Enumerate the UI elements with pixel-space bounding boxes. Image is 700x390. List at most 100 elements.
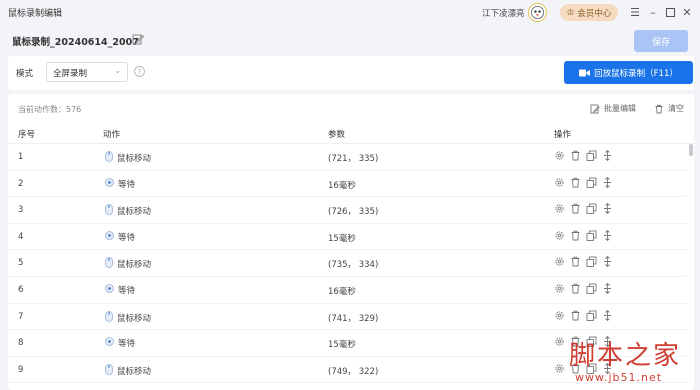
row-index: 9	[18, 364, 24, 375]
table-row[interactable]: 7 鼠标移动 (741， 329)	[8, 304, 686, 331]
delete-icon[interactable]	[570, 283, 581, 294]
table-row[interactable]: 5 鼠标移动 (735， 334)	[8, 250, 686, 277]
table-row[interactable]: 4 等待 15毫秒	[8, 224, 686, 251]
delete-icon[interactable]	[570, 230, 581, 241]
drag-handle-icon[interactable]	[602, 309, 613, 321]
settings-icon[interactable]	[554, 230, 565, 241]
avatar[interactable]	[528, 3, 547, 22]
row-action-label: 鼠标移动	[117, 260, 152, 271]
delete-icon[interactable]	[570, 310, 581, 321]
settings-icon[interactable]	[554, 310, 565, 321]
row-operations	[554, 150, 613, 161]
header-params: 参数	[328, 130, 346, 140]
header-action: 动作	[103, 130, 121, 140]
table-row[interactable]: 3 鼠标移动 (726， 335)	[8, 197, 686, 224]
help-icon[interactable]: ?	[134, 66, 145, 77]
row-action-label: 等待	[118, 179, 136, 190]
copy-icon[interactable]	[586, 230, 597, 241]
drag-handle-icon[interactable]	[602, 203, 613, 215]
row-index: 6	[18, 284, 24, 295]
copy-icon[interactable]	[586, 310, 597, 321]
mouse-icon	[105, 310, 113, 325]
row-params: (749， 322)	[328, 366, 379, 377]
batch-edit-button[interactable]: 批量编辑	[590, 103, 636, 114]
vip-center-button[interactable]: ♔ 会员中心	[560, 4, 618, 21]
delete-icon[interactable]	[570, 256, 581, 267]
record-name: 鼠标录制_20240614_2007	[12, 37, 139, 48]
row-action: 鼠标移动	[105, 310, 152, 325]
drag-handle-icon[interactable]	[602, 282, 613, 294]
settings-icon[interactable]	[554, 283, 565, 294]
chevron-down-icon: ⌄	[114, 66, 121, 75]
row-operations	[554, 229, 613, 241]
edit-name-icon[interactable]	[132, 33, 144, 45]
minimize-icon[interactable]: –	[646, 5, 660, 19]
settings-icon[interactable]	[554, 256, 565, 267]
settings-icon[interactable]	[554, 363, 565, 374]
window-title: 鼠标录制编辑	[8, 9, 63, 19]
table-header: 序号 动作 参数 操作	[8, 124, 694, 144]
row-action: 等待	[105, 284, 135, 296]
replay-mouse-record-button[interactable]: 回放鼠标录制（F11）	[564, 61, 693, 84]
copy-icon[interactable]	[586, 256, 597, 268]
mode-select-value: 全屏录制	[53, 69, 88, 79]
mouse-icon	[105, 257, 113, 271]
copy-icon[interactable]	[586, 150, 597, 161]
header-ops: 操作	[554, 130, 572, 140]
clock-icon	[105, 284, 114, 296]
batch-edit-icon	[590, 104, 600, 113]
row-action: 等待	[105, 230, 135, 243]
mouse-icon	[105, 151, 113, 165]
clear-button[interactable]: 清空	[654, 103, 684, 114]
copy-icon[interactable]	[586, 203, 597, 215]
settings-icon[interactable]	[554, 203, 565, 214]
row-action-label: 等待	[118, 285, 136, 296]
settings-icon[interactable]	[554, 150, 565, 161]
clock-icon	[105, 230, 114, 243]
copy-icon[interactable]	[586, 283, 597, 294]
batch-edit-label: 批量编辑	[604, 104, 636, 113]
watermark: 脚本之家 www.jb51.net	[565, 335, 695, 390]
clock-icon	[105, 337, 114, 349]
settings-icon[interactable]	[554, 336, 565, 347]
row-params: (735， 334)	[328, 260, 379, 271]
header-index: 序号	[18, 130, 36, 140]
table-row[interactable]: 2 等待 16毫秒	[8, 171, 686, 198]
row-params: 16毫秒	[328, 180, 356, 191]
maximize-icon[interactable]	[663, 5, 677, 19]
settings-icon[interactable]	[554, 177, 565, 188]
table-row[interactable]: 6 等待 16毫秒	[8, 277, 686, 304]
row-params: 15毫秒	[328, 340, 356, 351]
row-action-label: 鼠标移动	[117, 207, 152, 218]
row-operations	[554, 203, 613, 215]
menu-icon[interactable]: ☰	[628, 5, 642, 19]
scrollbar-thumb[interactable]	[689, 144, 693, 156]
close-icon[interactable]: ✕	[680, 5, 694, 19]
row-action-label: 鼠标移动	[117, 313, 152, 324]
mode-select[interactable]: 全屏录制 ⌄	[46, 62, 128, 82]
drag-handle-icon[interactable]	[602, 150, 613, 161]
table-row[interactable]: 1 鼠标移动 (721， 335)	[8, 144, 686, 171]
vip-center-label: 会员中心	[577, 8, 612, 19]
mode-panel: 模式 全屏录制 ⌄ ? 回放鼠标录制（F11）	[8, 56, 694, 90]
avatar-face-icon	[531, 6, 544, 19]
user-name[interactable]: 江下凌漂亮	[482, 7, 525, 19]
watermark-title: 脚本之家	[569, 341, 682, 371]
drag-handle-icon[interactable]	[602, 176, 613, 188]
drag-handle-icon[interactable]	[602, 256, 613, 268]
row-action-label: 等待	[118, 339, 136, 350]
clock-icon	[105, 177, 114, 190]
save-button[interactable]: 保存	[634, 30, 688, 52]
delete-icon[interactable]	[570, 177, 581, 188]
row-params: (726， 335)	[328, 207, 379, 218]
drag-handle-icon[interactable]	[602, 229, 613, 241]
action-count: 当前动作数：576	[18, 105, 82, 114]
row-action: 等待	[105, 337, 135, 349]
delete-icon[interactable]	[570, 150, 581, 161]
row-params: (721， 335)	[328, 154, 379, 164]
delete-icon[interactable]	[570, 203, 581, 214]
copy-icon[interactable]	[586, 177, 597, 188]
row-params: 15毫秒	[328, 233, 356, 244]
row-index: 2	[18, 178, 24, 189]
row-index: 4	[18, 231, 24, 242]
